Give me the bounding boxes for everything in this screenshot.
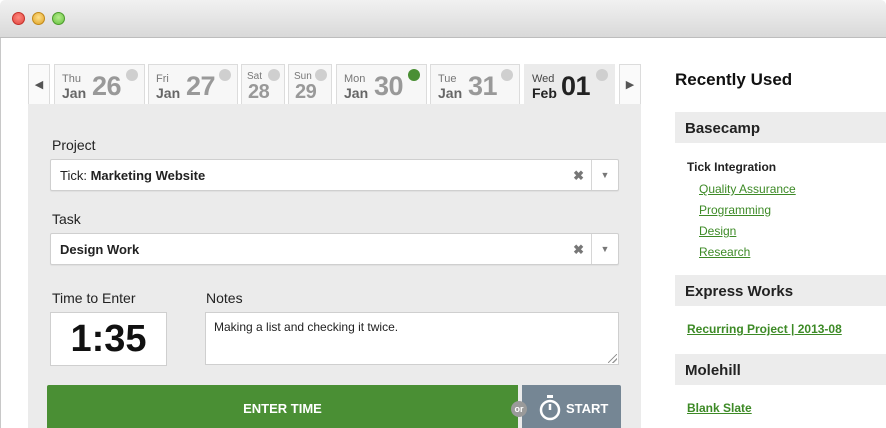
day-tab-weekday: Tue [438, 73, 457, 85]
day-tab-date: 29 [295, 81, 317, 103]
day-tab-thu-26[interactable]: Thu Jan 26 [54, 64, 145, 104]
recently-used-heading: Recently Used [675, 70, 793, 89]
start-timer-button[interactable]: START [522, 385, 621, 428]
day-tab-wed-01-selected[interactable]: Wed Feb 01 [524, 64, 615, 104]
zoom-window-button[interactable] [52, 12, 65, 25]
task-select[interactable]: Design Work ✖ ▼ [50, 233, 619, 265]
day-tab-weekday: Fri [156, 73, 169, 85]
day-tab-tue-31[interactable]: Tue Jan 31 [430, 64, 520, 104]
day-tab-weekday: Wed [532, 73, 555, 85]
day-tab-date: 30 [374, 71, 404, 101]
notes-textarea[interactable]: Making a list and checking it twice. [205, 312, 619, 365]
day-tab-sun-29[interactable]: Sun 29 [288, 64, 332, 104]
day-tab-month: Feb [532, 85, 557, 101]
recent-link-design[interactable]: Design [699, 224, 736, 238]
day-tab-date: 27 [186, 71, 216, 101]
clear-project-icon[interactable]: ✖ [573, 168, 584, 184]
recent-subgroup-tick-integration: Tick Integration [687, 160, 777, 174]
chevron-down-icon[interactable]: ▼ [591, 160, 618, 190]
window-titlebar [0, 0, 886, 38]
no-time-indicator-icon [268, 69, 280, 81]
day-tab-weekday: Mon [344, 73, 366, 85]
recent-link-programming[interactable]: Programming [699, 203, 771, 217]
day-tab-date: 28 [248, 81, 270, 103]
time-input[interactable]: 1:35 [50, 312, 167, 366]
day-tab-month: Jan [344, 85, 369, 101]
day-tab-sat-28[interactable]: Sat 28 [241, 64, 285, 104]
no-time-indicator-icon [315, 69, 327, 81]
previous-week-arrow-icon[interactable]: ◀ [28, 64, 50, 104]
no-time-indicator-icon [219, 69, 231, 81]
task-label: Task [52, 211, 81, 227]
no-time-indicator-icon [596, 69, 608, 81]
day-tab-date: 26 [92, 71, 122, 101]
time-entry-form: Project Tick: Marketing Website ✖ ▼ Task… [28, 104, 641, 428]
recent-group-express-works: Express Works [675, 275, 886, 306]
day-tab-fri-27[interactable]: Fri Jan 27 [148, 64, 238, 104]
recent-link-recurring-project[interactable]: Recurring Project | 2013-08 [687, 322, 842, 336]
clear-task-icon[interactable]: ✖ [573, 242, 584, 258]
day-tab-date: 01 [561, 71, 591, 101]
or-separator: or [511, 401, 527, 417]
project-select-value: Tick: Marketing Website [60, 168, 206, 183]
resize-handle-icon[interactable] [608, 354, 617, 363]
recent-link-blank-slate[interactable]: Blank Slate [687, 401, 752, 415]
recent-group-molehill: Molehill [675, 354, 886, 385]
task-select-value: Design Work [60, 242, 140, 257]
day-tab-month: Jan [438, 85, 463, 101]
recent-link-research[interactable]: Research [699, 245, 750, 259]
notes-label: Notes [206, 290, 243, 306]
recent-link-quality-assurance[interactable]: Quality Assurance [699, 182, 796, 196]
close-window-button[interactable] [12, 12, 25, 25]
minimize-window-button[interactable] [32, 12, 45, 25]
no-time-indicator-icon [501, 69, 513, 81]
project-label: Project [52, 137, 96, 153]
day-tab-mon-30[interactable]: Mon Jan 30 [336, 64, 427, 104]
next-week-arrow-icon[interactable]: ▶ [619, 64, 641, 104]
no-time-indicator-icon [126, 69, 138, 81]
chevron-down-icon[interactable]: ▼ [591, 234, 618, 264]
time-entered-indicator-icon [408, 69, 420, 81]
day-tab-date: 31 [468, 71, 498, 101]
stopwatch-icon [539, 395, 561, 421]
start-button-label: START [566, 401, 609, 416]
enter-time-button[interactable]: ENTER TIME [47, 385, 518, 428]
day-tab-month: Jan [62, 85, 87, 101]
project-select[interactable]: Tick: Marketing Website ✖ ▼ [50, 159, 619, 191]
recent-group-basecamp: Basecamp [675, 112, 886, 143]
time-to-enter-label: Time to Enter [52, 290, 136, 306]
day-tab-month: Jan [156, 85, 181, 101]
day-tab-weekday: Thu [62, 73, 81, 85]
